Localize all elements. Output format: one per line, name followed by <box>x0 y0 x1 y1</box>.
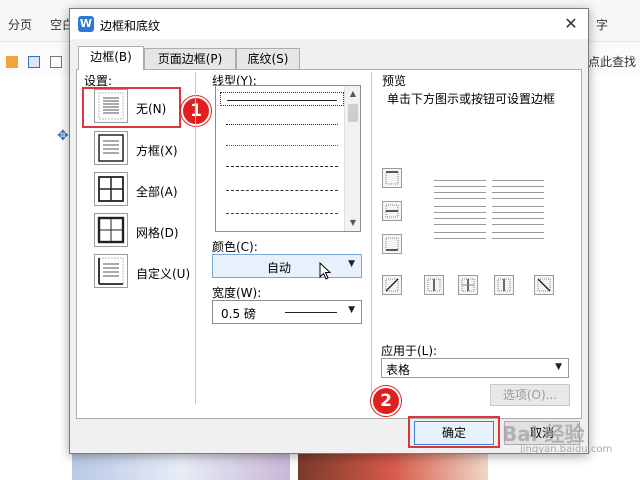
setting-custom-label[interactable]: 自定义(U) <box>136 265 190 282</box>
table-move-handle-icon[interactable]: ✥ <box>57 128 69 144</box>
options-button[interactable]: 选项(O)... <box>490 384 570 406</box>
step-badge-2: 2 <box>371 386 401 416</box>
close-icon[interactable]: ✕ <box>560 13 582 35</box>
setting-none-highlight <box>82 87 181 128</box>
bottom-border-button[interactable] <box>382 234 402 254</box>
width-select[interactable]: 0.5 磅 ▼ <box>212 300 362 324</box>
setting-all-label[interactable]: 全部(A) <box>136 183 178 200</box>
width-value: 0.5 磅 <box>221 307 256 321</box>
toolbar-cut-label: 字 <box>596 18 609 32</box>
search-command-hint[interactable]: 点此查找 <box>588 53 636 70</box>
dialog-titlebar[interactable]: W 边框和底纹 ✕ <box>70 9 588 39</box>
mouse-cursor-icon <box>319 261 332 280</box>
dialog-title: 边框和底纹 <box>100 19 161 33</box>
section-divider-left <box>195 72 196 404</box>
tab-shading[interactable]: 底纹(S) <box>236 48 300 70</box>
line-style-option[interactable] <box>220 117 344 131</box>
border-custom-icon[interactable] <box>94 254 128 288</box>
width-heading: 宽度(W): <box>212 286 262 300</box>
dropdown-arrow-icon: ▼ <box>348 305 355 315</box>
left-border-button[interactable] <box>424 275 444 295</box>
border-grid-icon[interactable] <box>94 213 128 247</box>
apply-to-heading: 应用于(L): <box>381 344 438 358</box>
line-style-option[interactable] <box>220 183 344 197</box>
setting-grid-label[interactable]: 网格(D) <box>136 224 179 241</box>
step-badge-1: 1 <box>181 96 211 126</box>
print-icon[interactable] <box>50 56 62 68</box>
apply-to-value: 表格 <box>386 363 411 377</box>
color-select[interactable]: 自动 ▼ <box>212 254 362 278</box>
line-style-scrollbar[interactable]: ▲ ▼ <box>344 86 360 231</box>
wps-writer-icon: W <box>78 16 94 32</box>
top-border-button[interactable] <box>382 168 402 188</box>
tab-page-border[interactable]: 页面边框(P) <box>144 48 236 70</box>
line-style-option[interactable] <box>220 92 344 106</box>
scroll-up-icon[interactable]: ▲ <box>345 86 360 102</box>
tab-borders[interactable]: 边框(B) <box>78 46 144 70</box>
open-folder-icon[interactable] <box>6 56 18 68</box>
preview-heading: 预览 <box>382 74 407 88</box>
width-sample-line <box>285 312 337 313</box>
line-style-list[interactable]: ▲ ▼ <box>215 85 361 232</box>
diagonal-up-border-button[interactable] <box>382 275 402 295</box>
section-divider-right <box>371 72 372 404</box>
diagonal-down-border-button[interactable] <box>534 275 554 295</box>
border-box-icon[interactable] <box>94 131 128 165</box>
line-style-option[interactable] <box>220 159 344 173</box>
apply-to-select[interactable]: 表格 ▼ <box>381 358 569 378</box>
scroll-down-icon[interactable]: ▼ <box>345 215 360 231</box>
setting-box-label[interactable]: 方框(X) <box>136 142 178 159</box>
color-value: 自动 <box>267 261 292 275</box>
border-preview[interactable] <box>420 176 560 246</box>
dropdown-arrow-icon: ▼ <box>348 259 355 269</box>
inside-vertical-border-button[interactable] <box>458 275 478 295</box>
scroll-thumb[interactable] <box>348 104 358 122</box>
preview-hint: 单击下方图示或按钮可设置边框 <box>387 92 556 106</box>
border-all-icon[interactable] <box>94 172 128 206</box>
watermark-url: jingyan.baidu.com <box>520 444 613 455</box>
ok-button[interactable]: 确定 <box>414 421 494 445</box>
save-icon[interactable] <box>28 56 40 68</box>
color-heading: 颜色(C): <box>212 240 258 254</box>
inside-horizontal-border-button[interactable] <box>382 201 402 221</box>
line-style-option[interactable] <box>220 206 344 220</box>
toolbar-page-break[interactable]: 分页 <box>8 16 32 33</box>
dropdown-arrow-icon: ▼ <box>555 362 562 372</box>
right-border-button[interactable] <box>494 275 514 295</box>
watermark-logo: Bai 经验 <box>502 422 585 446</box>
line-style-option[interactable] <box>220 138 344 152</box>
